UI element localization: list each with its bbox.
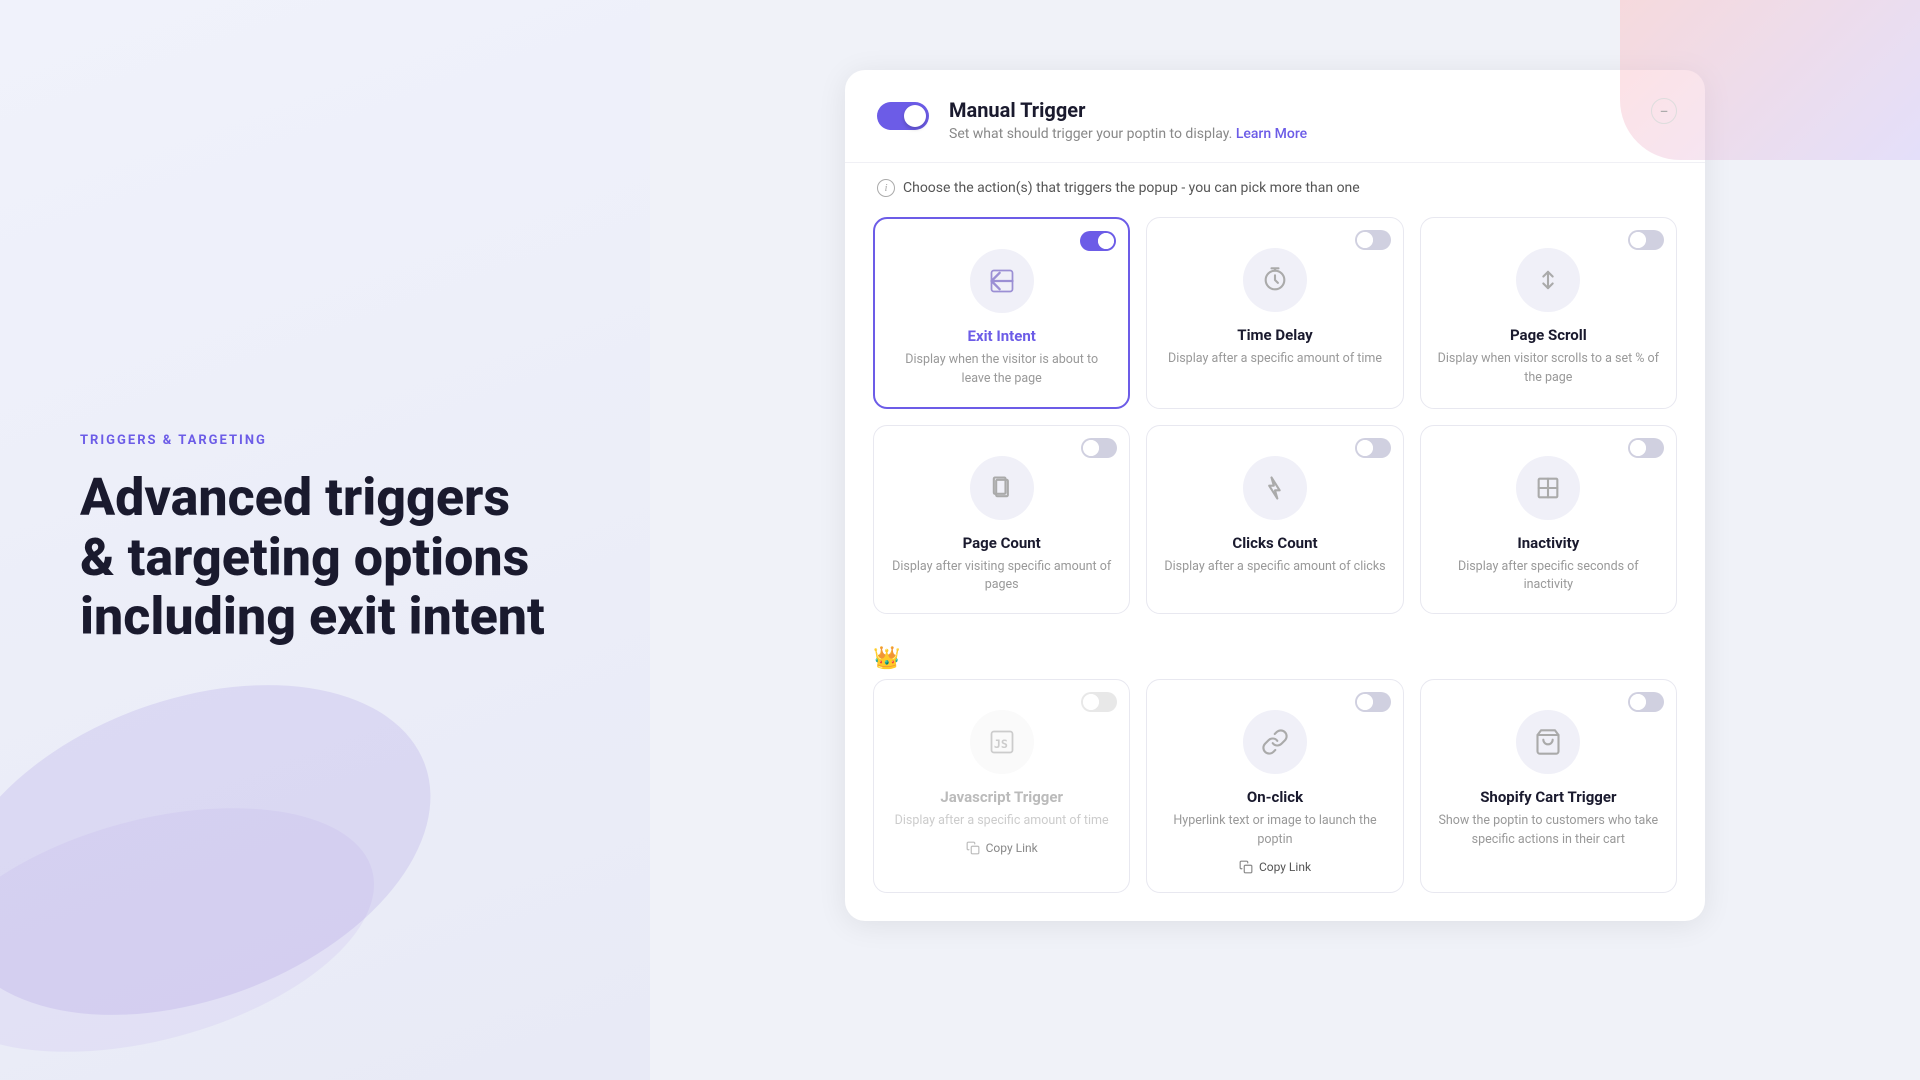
- on-click-icon: [1261, 728, 1289, 756]
- on-click-copy-icon: [1239, 860, 1253, 874]
- card-header: Manual Trigger Set what should trigger y…: [845, 70, 1705, 163]
- main-heading: Advanced triggers & targeting options in…: [80, 468, 570, 647]
- trigger-exit-intent[interactable]: Exit Intent Display when the visitor is …: [873, 217, 1130, 409]
- info-icon: i: [877, 179, 895, 197]
- card-subtitle: Set what should trigger your poptin to d…: [949, 126, 1307, 142]
- shopify-icon-circle: [1516, 710, 1580, 774]
- clicks-count-toggle[interactable]: [1355, 438, 1391, 458]
- on-click-icon-circle: [1243, 710, 1307, 774]
- triggers-grid: Exit Intent Display when the visitor is …: [845, 209, 1705, 642]
- clicks-count-desc: Display after a specific amount of click…: [1164, 558, 1385, 577]
- main-toggle[interactable]: [877, 102, 929, 130]
- inactivity-toggle[interactable]: [1628, 438, 1664, 458]
- trigger-page-count[interactable]: Page Count Display after visiting specif…: [873, 425, 1130, 615]
- page-count-toggle[interactable]: [1081, 438, 1117, 458]
- section-label: TRIGGERS & TARGETING: [80, 433, 570, 448]
- trigger-shopify-cart[interactable]: Shopify Cart Trigger Show the poptin to …: [1420, 679, 1677, 893]
- collapse-button[interactable]: −: [1651, 98, 1677, 124]
- shopify-toggle[interactable]: [1628, 692, 1664, 712]
- exit-intent-toggle[interactable]: [1080, 231, 1116, 251]
- inactivity-desc: Display after specific seconds of inacti…: [1437, 558, 1660, 596]
- inactivity-icon-circle: [1516, 456, 1580, 520]
- exit-intent-desc: Display when the visitor is about to lea…: [891, 351, 1112, 389]
- javascript-desc: Display after a specific amount of time: [895, 812, 1109, 831]
- time-delay-icon: [1261, 266, 1289, 294]
- exit-intent-icon: [988, 267, 1016, 295]
- page-scroll-icon-circle: [1516, 248, 1580, 312]
- javascript-toggle[interactable]: [1081, 692, 1117, 712]
- page-count-desc: Display after visiting specific amount o…: [890, 558, 1113, 596]
- exit-intent-icon-circle: [970, 249, 1034, 313]
- javascript-icon: JS: [988, 728, 1016, 756]
- card-title: Manual Trigger: [949, 98, 1307, 122]
- svg-text:JS: JS: [993, 737, 1007, 751]
- time-delay-icon-circle: [1243, 248, 1307, 312]
- page-scroll-toggle[interactable]: [1628, 230, 1664, 250]
- on-click-desc: Hyperlink text or image to launch the po…: [1163, 812, 1386, 850]
- choose-action-text: Choose the action(s) that triggers the p…: [903, 180, 1360, 196]
- javascript-title: Javascript Trigger: [940, 788, 1063, 806]
- trigger-on-click[interactable]: On-click Hyperlink text or image to laun…: [1146, 679, 1403, 893]
- inactivity-icon: [1534, 474, 1562, 502]
- page-scroll-desc: Display when visitor scrolls to a set % …: [1437, 350, 1660, 388]
- main-card: Manual Trigger Set what should trigger y…: [845, 70, 1705, 921]
- shopify-desc: Show the poptin to customers who take sp…: [1437, 812, 1660, 850]
- trigger-clicks-count[interactable]: Clicks Count Display after a specific am…: [1146, 425, 1403, 615]
- shopify-title: Shopify Cart Trigger: [1480, 788, 1616, 806]
- crown-icon: 👑: [873, 646, 900, 671]
- on-click-copy-link[interactable]: Copy Link: [1239, 860, 1311, 874]
- javascript-icon-circle: JS: [970, 710, 1034, 774]
- exit-intent-title: Exit Intent: [968, 327, 1036, 345]
- clicks-count-icon-circle: [1243, 456, 1307, 520]
- clicks-count-title: Clicks Count: [1232, 534, 1317, 552]
- copy-icon: [966, 841, 980, 855]
- right-panel: Manual Trigger Set what should trigger y…: [650, 0, 1920, 1080]
- trigger-time-delay[interactable]: Time Delay Display after a specific amou…: [1146, 217, 1403, 409]
- crown-row: 👑: [845, 642, 1705, 671]
- choose-action-bar: i Choose the action(s) that triggers the…: [845, 163, 1705, 209]
- trigger-page-scroll[interactable]: Page Scroll Display when visitor scrolls…: [1420, 217, 1677, 409]
- shopify-icon: [1534, 728, 1562, 756]
- clicks-count-icon: [1261, 474, 1289, 502]
- header-text: Manual Trigger Set what should trigger y…: [949, 98, 1307, 142]
- on-click-title: On-click: [1247, 788, 1303, 806]
- page-count-icon-circle: [970, 456, 1034, 520]
- heading-line2: & targeting options: [80, 527, 529, 588]
- page-scroll-icon: [1534, 266, 1562, 294]
- trigger-inactivity[interactable]: Inactivity Display after specific second…: [1420, 425, 1677, 615]
- heading-line1: Advanced triggers: [80, 467, 510, 528]
- bottom-triggers-grid: JS Javascript Trigger Display after a sp…: [845, 671, 1705, 921]
- page-scroll-title: Page Scroll: [1510, 326, 1587, 344]
- heading-line3: including exit intent: [80, 586, 545, 647]
- on-click-toggle[interactable]: [1355, 692, 1391, 712]
- page-count-title: Page Count: [963, 534, 1041, 552]
- left-panel: TRIGGERS & TARGETING Advanced triggers &…: [0, 0, 650, 1080]
- page-count-icon: [988, 474, 1016, 502]
- time-delay-desc: Display after a specific amount of time: [1168, 350, 1382, 369]
- time-delay-toggle[interactable]: [1355, 230, 1391, 250]
- javascript-copy-link[interactable]: Copy Link: [966, 841, 1038, 855]
- time-delay-title: Time Delay: [1237, 326, 1312, 344]
- inactivity-title: Inactivity: [1517, 534, 1579, 552]
- trigger-javascript[interactable]: JS Javascript Trigger Display after a sp…: [873, 679, 1130, 893]
- learn-more-link[interactable]: Learn More: [1236, 126, 1307, 142]
